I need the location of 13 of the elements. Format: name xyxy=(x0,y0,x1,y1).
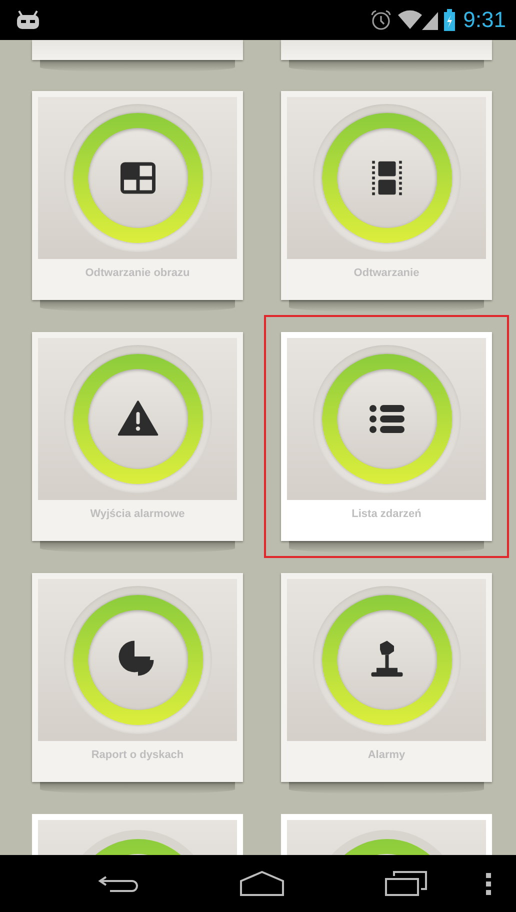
recent-apps-icon[interactable] xyxy=(384,870,428,896)
alarm-clock-icon xyxy=(370,9,392,31)
status-time: 9:31 xyxy=(463,7,506,33)
battery-icon xyxy=(444,9,456,31)
wifi-icon xyxy=(398,10,422,30)
menu-tile[interactable] xyxy=(281,40,492,60)
overflow-menu-icon[interactable] xyxy=(486,872,492,894)
menu-tile[interactable] xyxy=(32,40,243,60)
tile-label: Lista zdarzeń xyxy=(352,508,422,520)
signal-icon xyxy=(422,10,438,30)
menu-tile[interactable]: Lista zdarzeń xyxy=(281,332,492,541)
robot-face-icon xyxy=(16,10,40,30)
home-icon[interactable] xyxy=(239,870,285,896)
